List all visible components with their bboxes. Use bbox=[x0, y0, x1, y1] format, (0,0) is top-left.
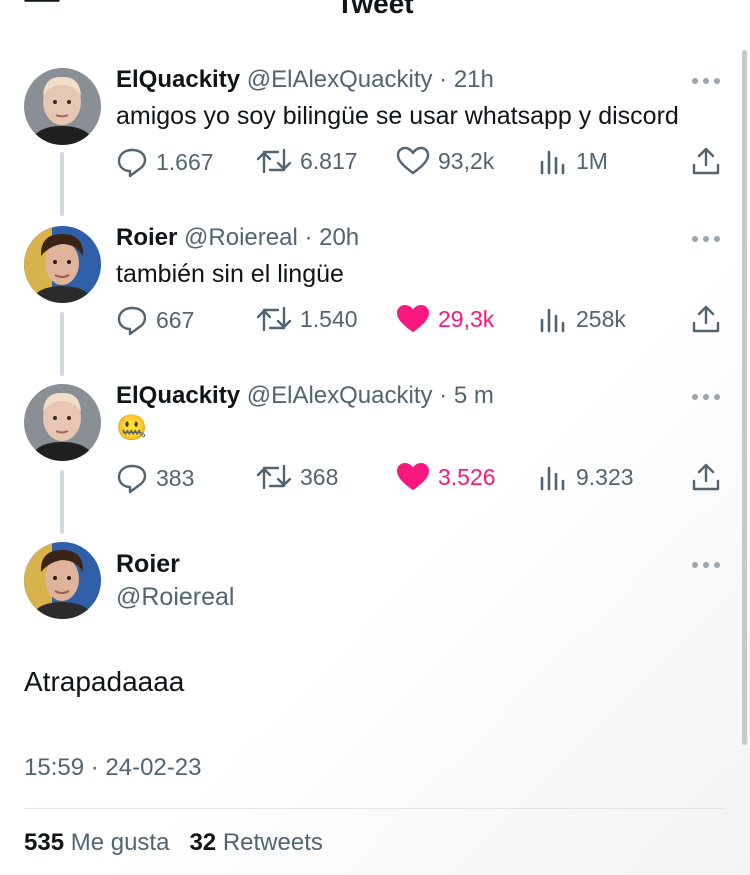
avatar[interactable] bbox=[24, 226, 101, 303]
scrollbar[interactable] bbox=[742, 50, 747, 745]
share-button[interactable] bbox=[691, 304, 729, 334]
likes-stat[interactable]: 535 Me gusta bbox=[24, 829, 169, 856]
retweet-count: 1.540 bbox=[300, 305, 358, 332]
retweets-stat[interactable]: 32 Retweets bbox=[189, 829, 322, 856]
retweet-button[interactable]: 368 bbox=[256, 462, 338, 492]
reply-icon bbox=[117, 306, 147, 336]
like-count: 3.526 bbox=[438, 463, 496, 490]
engagement-stats: 535 Me gusta 32 Retweets bbox=[24, 829, 323, 857]
avatar[interactable] bbox=[24, 542, 101, 619]
reply-button[interactable]: 383 bbox=[116, 462, 194, 494]
like-count: 29,3k bbox=[438, 305, 495, 332]
more-icon[interactable] bbox=[692, 394, 722, 402]
user-handle[interactable]: @Roiereal bbox=[116, 583, 234, 612]
avatar[interactable] bbox=[24, 68, 101, 145]
share-icon bbox=[692, 463, 720, 491]
top-bar: Tweet bbox=[0, 0, 750, 22]
display-name[interactable]: Roier bbox=[116, 550, 180, 579]
thread-line bbox=[60, 470, 64, 534]
tweet-actions: 383 368 3.526 9.323 bbox=[116, 462, 726, 496]
more-icon[interactable] bbox=[692, 78, 722, 86]
heart-icon bbox=[397, 305, 429, 332]
retweet-count: 368 bbox=[300, 463, 339, 490]
like-count: 93,2k bbox=[438, 147, 495, 174]
retweet-button[interactable]: 6.817 bbox=[256, 146, 358, 176]
tweet-time[interactable]: 5 m bbox=[454, 382, 494, 409]
tweet-header: ElQuackity @ElAlexQuackity · 21h bbox=[116, 66, 494, 93]
retweet-button[interactable]: 1.540 bbox=[256, 304, 358, 334]
reply-count: 667 bbox=[156, 306, 195, 333]
reply-icon bbox=[117, 148, 147, 178]
display-name[interactable]: ElQuackity bbox=[116, 66, 240, 93]
share-button[interactable] bbox=[691, 146, 729, 176]
retweet-icon bbox=[256, 306, 292, 332]
reply-button[interactable]: 667 bbox=[116, 304, 194, 336]
more-icon[interactable] bbox=[692, 562, 722, 570]
views-icon bbox=[540, 466, 565, 491]
thread-line bbox=[60, 152, 64, 216]
share-icon bbox=[692, 305, 720, 333]
display-name[interactable]: ElQuackity bbox=[116, 382, 240, 409]
views-button[interactable]: 1M bbox=[538, 146, 608, 176]
views-button[interactable]: 258k bbox=[538, 304, 626, 334]
views-count: 258k bbox=[576, 305, 626, 332]
user-handle[interactable]: @ElAlexQuackity bbox=[247, 382, 433, 409]
tweet-text: también sin el lingüe bbox=[116, 260, 344, 288]
heart-icon bbox=[397, 463, 429, 490]
views-button[interactable]: 9.323 bbox=[538, 462, 634, 492]
views-icon bbox=[540, 308, 565, 333]
like-button[interactable]: 3.526 bbox=[396, 462, 496, 492]
divider bbox=[24, 808, 726, 809]
retweets-label: Retweets bbox=[222, 829, 323, 856]
likes-count: 535 bbox=[24, 829, 65, 856]
tweet-timestamp[interactable]: 15:59 · 24-02-23 bbox=[24, 754, 201, 782]
heart-icon bbox=[396, 146, 430, 175]
tweet-header: Roier @Roiereal · 20h bbox=[116, 224, 360, 251]
user-handle[interactable]: @ElAlexQuackity bbox=[247, 66, 433, 93]
reply-icon bbox=[117, 464, 147, 494]
reply-button[interactable]: 1.667 bbox=[116, 146, 214, 178]
tweet-header: ElQuackity @ElAlexQuackity · 5 m bbox=[116, 382, 494, 409]
display-name[interactable]: Roier bbox=[116, 224, 177, 251]
like-button[interactable]: 93,2k bbox=[396, 146, 494, 176]
like-button[interactable]: 29,3k bbox=[396, 304, 494, 334]
avatar[interactable] bbox=[24, 384, 101, 461]
tweet-time[interactable]: 20h bbox=[319, 224, 359, 251]
tweet-actions: 667 1.540 29,3k 258k bbox=[116, 304, 726, 338]
tweet-text: Atrapadaaaa bbox=[24, 666, 185, 697]
share-button[interactable] bbox=[691, 462, 729, 492]
tweet-time[interactable]: 21h bbox=[454, 66, 494, 93]
more-icon[interactable] bbox=[692, 236, 722, 244]
likes-label: Me gusta bbox=[70, 829, 170, 856]
page-title: Tweet bbox=[336, 0, 414, 19]
tweet-text: 🤐 bbox=[116, 414, 148, 442]
retweet-count: 6.817 bbox=[300, 147, 358, 174]
retweets-count: 32 bbox=[189, 829, 217, 856]
retweet-icon bbox=[256, 464, 292, 490]
thread-line bbox=[60, 312, 64, 376]
tweet-actions: 1.667 6.817 93,2k 1M bbox=[116, 146, 726, 180]
reply-count: 383 bbox=[156, 464, 195, 491]
reply-count: 1.667 bbox=[156, 148, 214, 175]
retweet-icon bbox=[256, 148, 292, 174]
views-count: 9.323 bbox=[576, 463, 634, 490]
views-count: 1M bbox=[576, 147, 608, 174]
share-icon bbox=[692, 147, 720, 175]
tweet-text: amigos yo soy bilingüe se usar whatsapp … bbox=[116, 102, 679, 130]
views-icon bbox=[540, 150, 565, 175]
user-handle[interactable]: @Roiereal bbox=[184, 224, 298, 251]
